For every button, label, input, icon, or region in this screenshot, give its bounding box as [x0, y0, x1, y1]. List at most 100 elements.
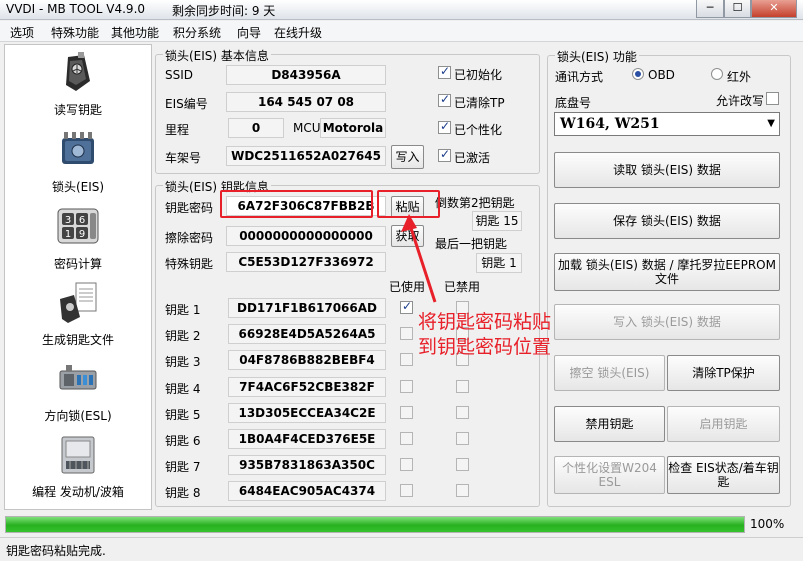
progress-bar [5, 516, 745, 533]
key-password-label: 钥匙密码 [165, 201, 214, 215]
allow-overwrite-checkbox[interactable] [766, 92, 779, 105]
svg-text:9: 9 [79, 229, 85, 240]
enable-key-button[interactable]: 启用钥匙 [667, 406, 780, 442]
nav-key-file[interactable]: 生成钥匙文件 [5, 277, 151, 353]
nav-ecu-program[interactable]: 编程 发动机/波箱 [5, 429, 151, 505]
ecu-module-icon [61, 436, 95, 474]
nav-label: 方向锁(ESL) [44, 409, 112, 423]
key-5-used-checkbox[interactable] [400, 406, 413, 419]
status-text: 钥匙密码粘贴完成. [6, 544, 106, 558]
special-key-field[interactable]: C5E53D127F336972 [226, 252, 386, 272]
read-eis-button[interactable]: 读取 锁头(EIS) 数据 [554, 152, 780, 188]
key-7-label: 钥匙 7 [165, 460, 201, 474]
key-file-icon [60, 282, 97, 323]
nav-label: 锁头(EIS) [51, 180, 105, 194]
erase-password-field[interactable]: 0000000000000000 [226, 226, 386, 246]
personalized-checkbox[interactable]: ✓ [438, 119, 451, 134]
write-vin-button[interactable]: 写入 [391, 145, 424, 169]
eis-number-field[interactable]: 164 545 07 08 [226, 92, 386, 112]
key-8-disabled-checkbox[interactable] [456, 484, 469, 497]
infrared-radio[interactable] [711, 68, 723, 80]
menu-points[interactable]: 积分系统 [173, 24, 221, 41]
key-1-value[interactable]: DD171F1B617066AD [228, 298, 386, 318]
obd-label: OBD [648, 68, 675, 82]
tp-cleared-checkbox[interactable]: ✓ [438, 92, 451, 107]
write-eis-button[interactable]: 写入 锁头(EIS) 数据 [554, 304, 780, 340]
svg-text:6: 6 [79, 215, 85, 226]
chassis-label: 底盘号 [555, 96, 592, 110]
svg-text:1: 1 [65, 229, 71, 240]
minimize-button[interactable]: ─ [696, 0, 724, 18]
check-icon: ✓ [440, 119, 451, 133]
check-icon: ✓ [440, 92, 451, 106]
svg-text:3: 3 [65, 215, 71, 226]
nav-eis[interactable]: 锁头(EIS) [5, 124, 151, 200]
key-8-used-checkbox[interactable] [400, 484, 413, 497]
car-key-icon [66, 52, 90, 91]
key-7-used-checkbox[interactable] [400, 458, 413, 471]
menu-wizard[interactable]: 向导 [237, 24, 261, 41]
ssid-field[interactable]: D843956A [226, 65, 386, 85]
close-button[interactable]: ✕ [751, 0, 797, 18]
key-3-value[interactable]: 04F8786B882BEBF4 [228, 350, 386, 370]
mcu-label: MCU [293, 121, 321, 135]
nav-esl[interactable]: 方向锁(ESL) [5, 353, 151, 429]
key-7-disabled-checkbox[interactable] [456, 458, 469, 471]
initialized-label: 已初始化 [454, 68, 503, 82]
activated-checkbox[interactable]: ✓ [438, 147, 451, 162]
load-eis-button[interactable]: 加载 锁头(EIS) 数据 / 摩托罗拉EEPROM 文件 [554, 253, 780, 291]
mileage-field[interactable]: 0 [228, 118, 284, 138]
disable-key-button[interactable]: 禁用钥匙 [554, 406, 665, 442]
chassis-select[interactable]: W164, W251 ▼ [554, 112, 780, 136]
save-eis-button[interactable]: 保存 锁头(EIS) 数据 [554, 203, 780, 239]
key-4-value[interactable]: 7F4AC6F52CBE382F [228, 377, 386, 397]
annotation-line1: 将钥匙密码粘贴 [418, 311, 552, 333]
nav-password-calc[interactable]: 3 6 1 9 密码计算 [5, 201, 151, 277]
personalize-line1: 个性化设置W204 [562, 461, 657, 475]
chevron-down-icon: ▼ [767, 118, 775, 129]
sync-remaining: 剩余同步时间: 9 天 [172, 4, 276, 18]
key-8-value[interactable]: 6484EAC905AC4374 [228, 481, 386, 501]
key-6-value[interactable]: 1B0A4F4CED376E5E [228, 429, 386, 449]
nav-read-write-key[interactable]: 读写钥匙 [5, 47, 151, 123]
menu-other[interactable]: 其他功能 [111, 24, 159, 41]
menu-special[interactable]: 特殊功能 [51, 24, 99, 41]
key-password-highlight [220, 190, 373, 218]
menu-upgrade[interactable]: 在线升级 [274, 24, 322, 41]
nav-label: 读写钥匙 [53, 103, 102, 117]
initialized-checkbox[interactable]: ✓ [438, 64, 451, 79]
erase-eis-button[interactable]: 擦空 锁头(EIS) [554, 355, 665, 391]
left-nav: 读写钥匙 锁头(EIS) 3 6 1 9 密码计算 生成钥匙文件 方向锁(ESL… [4, 44, 152, 510]
personalize-w204-button[interactable]: 个性化设置W204 ESL [554, 456, 665, 494]
key-4-used-checkbox[interactable] [400, 380, 413, 393]
key-7-value[interactable]: 935B7831863A350C [228, 455, 386, 475]
key-2-value[interactable]: 66928E4D5A5264A5 [228, 324, 386, 344]
key-2-used-checkbox[interactable] [400, 327, 413, 340]
key-6-disabled-checkbox[interactable] [456, 432, 469, 445]
menu-bar: 选项 特殊功能 其他功能 积分系统 向导 在线升级 [0, 21, 803, 42]
key-4-label: 钥匙 4 [165, 382, 201, 396]
allow-overwrite-label: 允许改写 [716, 94, 765, 108]
eis-function-title: 锁头(EIS) 功能 [555, 48, 639, 65]
obd-radio[interactable] [632, 68, 644, 80]
mileage-label: 里程 [165, 123, 190, 137]
maximize-button[interactable]: ☐ [724, 0, 751, 18]
menu-options[interactable]: 选项 [10, 24, 34, 41]
annotation-arrow-icon [401, 214, 437, 303]
key-6-used-checkbox[interactable] [400, 432, 413, 445]
check-eis-button[interactable]: 检查 EIS状态/着车钥 匙 [667, 456, 780, 494]
key-5-value[interactable]: 13D305ECCEA34C2E [228, 403, 386, 423]
nav-label: 编程 发动机/波箱 [32, 485, 124, 499]
key-5-disabled-checkbox[interactable] [456, 406, 469, 419]
annotation-line2: 到钥匙密码位置 [418, 336, 552, 358]
vin-field[interactable]: WDC2511652A027645 [226, 146, 386, 166]
key-6-label: 钥匙 6 [165, 434, 201, 448]
mcu-field[interactable]: Motorola [320, 118, 386, 138]
clear-tp-button[interactable]: 清除TP保护 [667, 355, 780, 391]
key-4-disabled-checkbox[interactable] [456, 380, 469, 393]
eis-info-title: 锁头(EIS) 基本信息 [163, 47, 271, 64]
personalized-label: 已个性化 [454, 123, 503, 137]
title-bar: VVDI - MB TOOL V4.9.0 剩余同步时间: 9 天 ─ ☐ ✕ [0, 0, 803, 20]
key-3-used-checkbox[interactable] [400, 353, 413, 366]
eis-number-label: EIS编号 [165, 97, 208, 111]
